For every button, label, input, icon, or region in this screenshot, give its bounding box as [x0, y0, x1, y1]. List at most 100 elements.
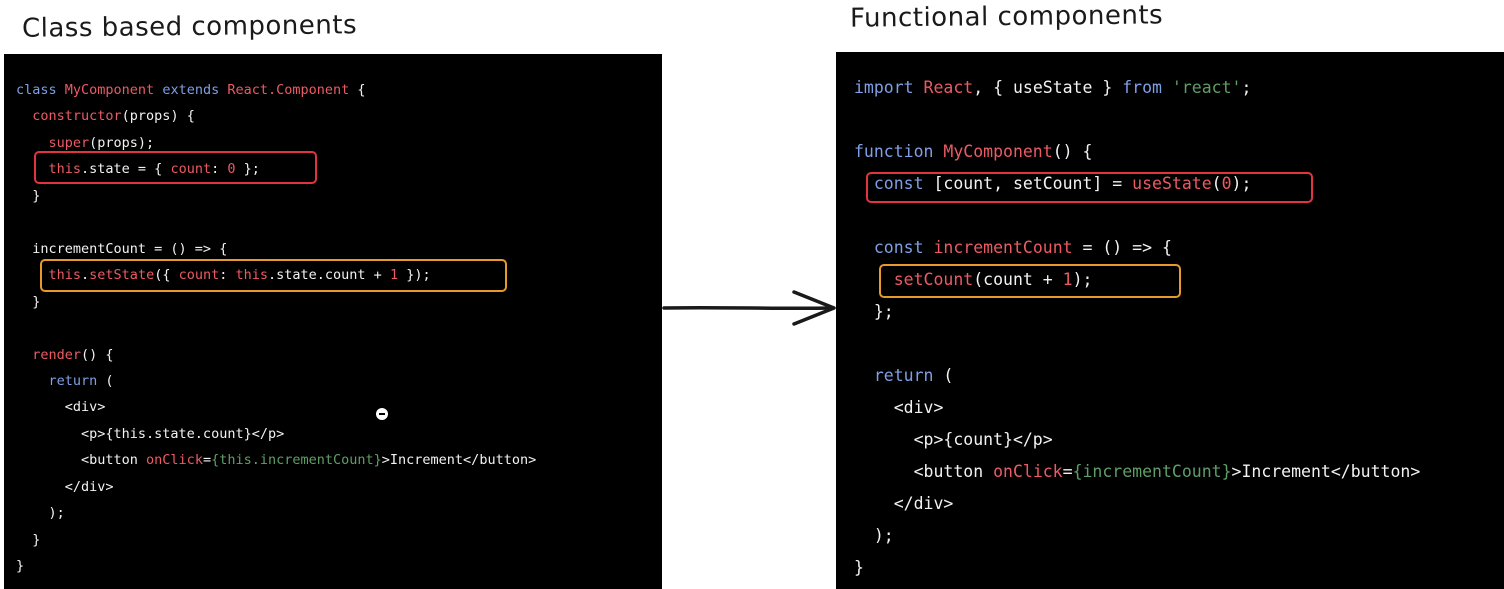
code-token: );: [1072, 270, 1093, 289]
code-token: </div>: [16, 478, 114, 495]
code-token: [count, setCount] =: [923, 174, 1133, 193]
code-token: (: [933, 366, 954, 385]
code-token: :: [219, 267, 236, 284]
code-token: <div>: [854, 398, 944, 417]
code-token: incrementCount = () => {: [16, 240, 228, 257]
code-token: setCount: [893, 270, 974, 289]
code-token: }: [854, 558, 864, 577]
functional-code-line: };: [854, 301, 894, 323]
code-token: MyComponent: [943, 142, 1053, 161]
code-token: .state = {: [81, 161, 171, 178]
code-token: render: [32, 346, 82, 363]
code-token: useState: [1132, 174, 1212, 193]
code-token: }: [16, 187, 41, 204]
code-token: const: [873, 174, 924, 193]
class-code-line: <button onClick={this.incrementCount}>In…: [16, 451, 536, 469]
code-token: from: [1122, 78, 1172, 97]
code-token: onClick: [146, 452, 203, 469]
class-code-line: }: [16, 531, 40, 549]
functional-code-line: function MyComponent() {: [854, 141, 1092, 163]
class-code-line: this.setState({ count: this.state.count …: [16, 266, 431, 284]
functional-code-line: return (: [854, 365, 953, 387]
code-token: <p>{this.state.count}</p>: [16, 425, 285, 442]
code-token: {: [349, 82, 366, 98]
code-token: this: [48, 267, 82, 284]
code-token: (count +: [973, 270, 1063, 289]
class-code-line: }: [16, 557, 24, 575]
code-token: };: [235, 161, 260, 178]
functional-code-line: import React, { useState } from 'react';: [854, 77, 1251, 99]
code-token: onClick: [993, 462, 1063, 481]
code-token: (: [97, 372, 114, 389]
code-token: };: [854, 302, 894, 321]
code-token: 1: [1062, 270, 1073, 289]
code-token: MyComponent: [64, 82, 163, 98]
code-token: setState: [89, 267, 155, 284]
code-token: );: [16, 505, 65, 522]
code-token: = () => {: [1072, 238, 1172, 257]
code-token: () {: [81, 346, 114, 363]
code-token: );: [854, 526, 894, 545]
class-code-line: </div>: [16, 478, 114, 496]
code-token: }: [16, 293, 41, 310]
code-token: >Increment</button>: [1231, 462, 1421, 481]
functional-code-line: <div>: [854, 397, 944, 419]
functional-components-heading: Functional components: [849, 0, 1164, 34]
code-token: const: [873, 238, 934, 257]
code-token: this: [235, 267, 269, 284]
code-token: <p>{count}</p>: [854, 430, 1053, 449]
class-components-heading: Class based components: [21, 10, 358, 44]
code-token: ({: [154, 267, 179, 284]
code-token: <button: [16, 452, 147, 469]
functional-code-line: }: [854, 557, 864, 579]
right-arrow-icon: [662, 290, 836, 326]
code-token: 1: [389, 267, 399, 284]
class-code-line: <div>: [16, 398, 106, 416]
code-token: () {: [1052, 142, 1093, 161]
functional-code-line: </div>: [854, 493, 954, 515]
code-token: {this.incrementCount}: [211, 452, 382, 469]
code-token: </div>: [854, 494, 954, 513]
code-token: , { useState }: [973, 78, 1123, 97]
code-token: constructor: [32, 108, 122, 125]
functional-code-line: <button onClick={incrementCount}>Increme…: [854, 461, 1421, 483]
code-token: function: [854, 142, 944, 161]
class-code-line: <p>{this.state.count}</p>: [16, 425, 284, 443]
code-token: extends: [162, 82, 228, 98]
code-token: 'react': [1171, 78, 1242, 97]
class-code-line: super(props);: [16, 134, 155, 152]
functional-code-line: const incrementCount = () => {: [854, 237, 1172, 259]
class-code-line: }: [16, 293, 40, 311]
code-token: React: [923, 78, 974, 97]
class-component-code-panel: class MyComponent extends React.Componen…: [4, 54, 662, 589]
code-token: React.Component: [227, 82, 350, 98]
cursor-icon: [376, 408, 388, 420]
code-token: }: [16, 558, 25, 575]
code-token: ;: [1241, 78, 1252, 97]
code-token: 0: [1221, 174, 1232, 193]
code-token: <div>: [16, 399, 106, 416]
code-token: >Increment</button>: [381, 452, 537, 469]
class-code-line: return (: [16, 372, 114, 390]
functional-component-code-panel: import React, { useState } from 'react';…: [836, 52, 1504, 589]
code-token: import: [854, 78, 924, 97]
functional-code-line: const [count, setCount] = useState(0);: [854, 173, 1252, 195]
class-code-line: render() {: [16, 346, 114, 364]
code-token: });: [398, 267, 431, 284]
code-token: (: [1211, 174, 1222, 193]
code-token: return: [873, 366, 934, 385]
code-token: return: [48, 372, 98, 389]
code-token: .state.count +: [268, 267, 390, 284]
code-token: incrementCount: [933, 238, 1073, 257]
class-code-line: incrementCount = () => {: [16, 240, 227, 258]
code-token: count: [170, 161, 212, 178]
code-token: <button: [854, 462, 994, 481]
